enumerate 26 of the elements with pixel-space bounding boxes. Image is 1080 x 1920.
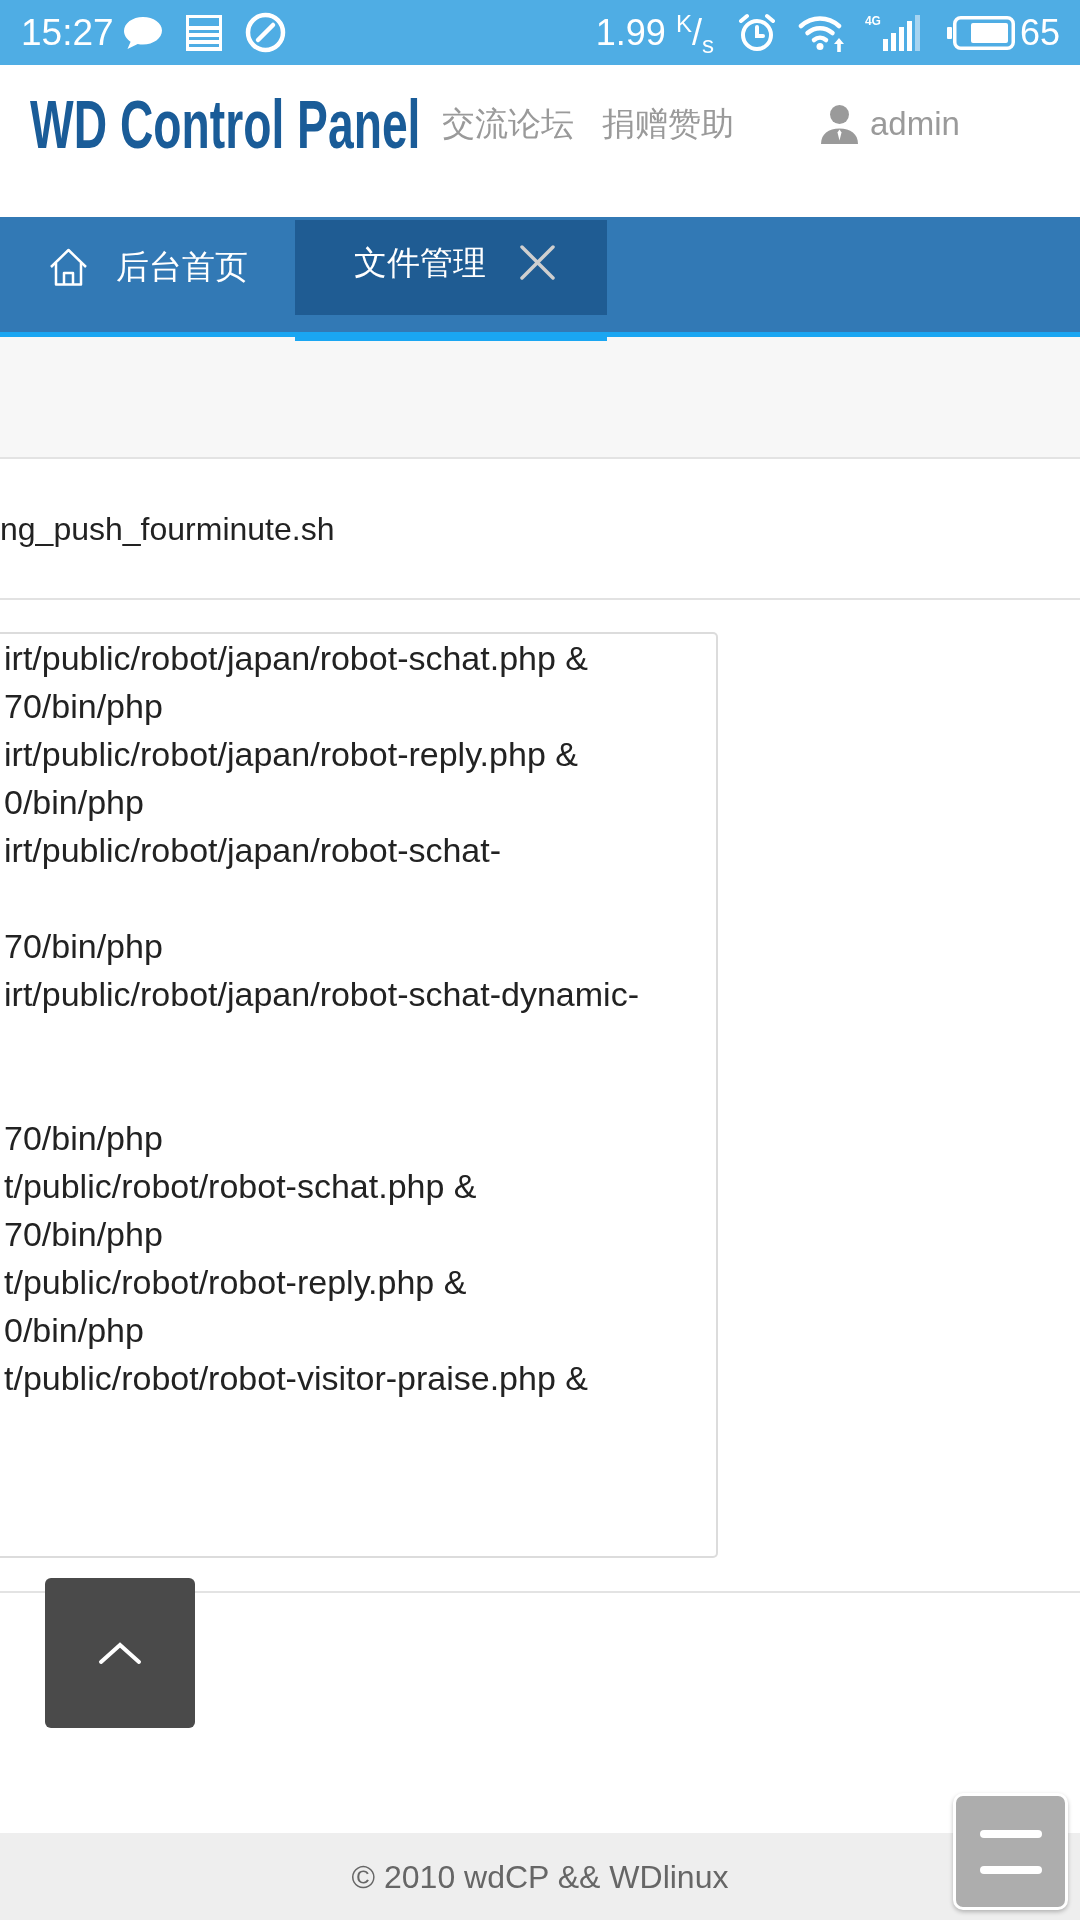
close-icon[interactable]: [519, 244, 556, 281]
menu-icon: [979, 1829, 1042, 1874]
network-type-text: 4G: [864, 14, 881, 27]
newspaper-icon: [184, 13, 223, 52]
user-link[interactable]: admin: [821, 104, 960, 144]
tab[interactable]: 文件管理: [295, 220, 607, 341]
chevron-up-icon: [98, 1641, 142, 1665]
circle-slash-icon: [244, 12, 286, 53]
tab[interactable]: 后台首页: [0, 220, 295, 332]
copyright-text: © 2010 wdCP && WDlinux: [351, 1857, 729, 1897]
battery-percent-text: 65: [1019, 12, 1060, 53]
alarm-clock-icon: [736, 12, 777, 53]
chat-bubble-icon: [122, 15, 163, 50]
header-link[interactable]: 交流论坛: [442, 105, 574, 143]
wifi-icon: [797, 13, 846, 52]
site-logo[interactable]: WD Control Panel: [30, 90, 421, 158]
network-speed-text: 1.99 $^{K}$/$_{s}$: [595, 12, 714, 53]
header-link[interactable]: 捐赠赞助: [602, 105, 734, 143]
file-name-text: ng_push_fourminute.sh: [0, 509, 335, 549]
user-icon: [821, 104, 858, 144]
signal-icon: [882, 14, 921, 51]
home-icon: [49, 248, 88, 286]
code-editor-field[interactable]: irt/public/robot/japan/robot-schat.php & 70/bin/php irt/public/robot/japan/robot-reply.php & 0/bin/php irt/public/robot/japan/robot-schat- 70/bin/php irt/public/robot/japan/robot-schat-dynamic- 70/bin/php t/public/robot/robot-schat.php & 70/bin/php t/public/robot/robot-reply.php & 0/bin/php t/public/robot/robot-visitor-praise.php &: [0, 632, 718, 1558]
status-time: 15:27: [21, 12, 114, 53]
menu-button[interactable]: [953, 1793, 1068, 1910]
battery-icon: [946, 15, 1015, 50]
